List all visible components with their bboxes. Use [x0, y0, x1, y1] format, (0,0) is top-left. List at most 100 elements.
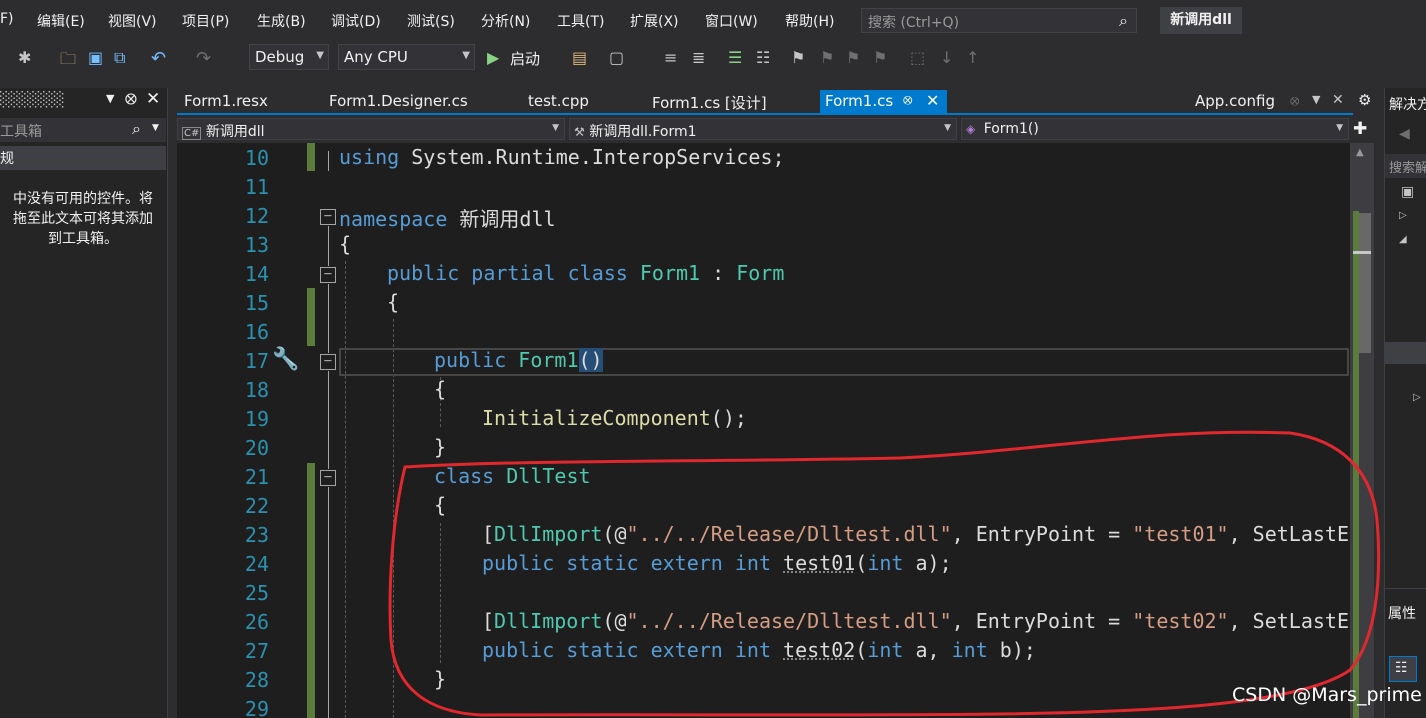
browser-icon[interactable]: ▢	[609, 48, 624, 67]
toggle-icon[interactable]: ⬚	[910, 48, 925, 67]
start-icon[interactable]: ▶	[487, 48, 499, 67]
collapse-method-icon[interactable]: −	[320, 354, 336, 370]
arrow-down-icon[interactable]: ↓	[940, 48, 953, 67]
collapse-class-icon[interactable]: −	[320, 470, 336, 486]
menu-bar: F) 编辑(E) 视图(V) 项目(P) 生成(B) 调试(D) 测试(S) 分…	[0, 0, 1426, 40]
collapse-class-icon[interactable]: −	[320, 267, 336, 283]
code-token: {	[387, 290, 400, 314]
tab-test-cpp[interactable]: test.cpp	[528, 92, 589, 110]
categorized-button[interactable]: ☷	[1389, 656, 1417, 682]
next-bookmark-icon[interactable]: ⚑	[846, 48, 860, 67]
code-token: Form	[736, 261, 785, 285]
uncomment-icon[interactable]: ☷	[756, 48, 770, 67]
arrow-up-icon[interactable]: ↑	[966, 48, 979, 67]
project-dropdown[interactable]: C# 新调用dll ▼	[177, 118, 565, 140]
back-icon[interactable]: ◀	[1399, 126, 1410, 142]
tab-form1-resx[interactable]: Form1.resx	[184, 92, 268, 110]
save-icon[interactable]: ▣	[88, 48, 103, 67]
split-editor-icon[interactable]: ✚	[1353, 119, 1367, 139]
open-folder-icon[interactable]: 🗀	[60, 48, 76, 75]
fold-line	[328, 151, 329, 171]
menu-project[interactable]: 项目(P)	[182, 11, 229, 31]
collapse-icon[interactable]: ◢	[1399, 234, 1407, 245]
menu-edit[interactable]: 编辑(E)	[37, 11, 85, 31]
code-token: b);	[987, 638, 1036, 662]
menu-extensions[interactable]: 扩展(X)	[630, 11, 679, 31]
close-icon[interactable]: ✕	[926, 91, 939, 110]
editor-scrollbar[interactable]: ▲	[1350, 143, 1374, 718]
menu-window[interactable]: 窗口(W)	[705, 11, 758, 31]
line-number: 19	[244, 407, 269, 431]
indent-guide	[345, 261, 346, 718]
menu-build[interactable]: 生成(B)	[257, 11, 306, 31]
platform-select[interactable]: Any CPU ▼	[338, 44, 475, 70]
menu-debug[interactable]: 调试(D)	[331, 11, 381, 31]
class-dropdown[interactable]: ⚒ 新调用dll.Form1 ▼	[569, 118, 957, 140]
code-editor[interactable]: 10 11 12 13 14 15 16 17 18 19 20 21 22 2…	[177, 143, 1350, 718]
chevron-down-icon: ▼	[316, 50, 324, 61]
scroll-up-icon[interactable]: ▲	[1356, 147, 1364, 158]
code-token: using	[339, 145, 400, 169]
code-token: , SetLastErr	[1228, 522, 1350, 546]
tab-app-config[interactable]: App.config	[1195, 92, 1275, 110]
toolbox-group-item[interactable]: 规	[0, 146, 166, 170]
close-icon[interactable]: ✕	[1332, 92, 1344, 108]
save-all-icon[interactable]: ⧉	[114, 48, 125, 68]
line-number: 17	[244, 349, 269, 373]
toolbox-message-line: 中没有可用的控件。将	[13, 191, 153, 207]
line-number: 13	[244, 233, 269, 257]
code-line-23: [DllImport(@"../../Release/Dlltest.dll",…	[482, 522, 1350, 546]
quick-actions-icon[interactable]: 🔧	[272, 347, 299, 372]
menu-test[interactable]: 测试(S)	[407, 11, 455, 31]
code-line-28: }	[434, 667, 446, 691]
code-token: DllImport	[494, 522, 603, 546]
chevron-down-icon[interactable]: ▼	[152, 123, 159, 133]
expand-icon[interactable]: ▷	[1413, 392, 1421, 403]
prev-bookmark-icon[interactable]: ⚑	[820, 48, 834, 67]
menu-view[interactable]: 视图(V)	[108, 11, 157, 31]
toolbox-dropdown-icon[interactable]: ▼	[106, 92, 114, 105]
editor-left-margin	[177, 143, 207, 718]
search-icon[interactable]: ⌕	[1119, 11, 1128, 31]
collapse-namespace-icon[interactable]: −	[320, 209, 336, 225]
tab-form1-cs[interactable]: Form1.cs ⭙ ✕	[820, 90, 947, 114]
comment-icon[interactable]: ☰	[728, 48, 742, 67]
menu-analyze[interactable]: 分析(N)	[481, 11, 530, 31]
expand-icon[interactable]: ▷	[1399, 210, 1407, 221]
tab-form1-cs-design[interactable]: Form1.cs [设计]	[652, 92, 767, 113]
line-number: 10	[244, 146, 269, 170]
close-icon[interactable]: ✕	[146, 89, 160, 109]
member-dropdown[interactable]: ◈ Form1() ▼	[961, 118, 1349, 140]
pin-icon[interactable]: ⭙	[125, 90, 137, 108]
code-token: namespace	[339, 207, 448, 231]
tab-list-dropdown-icon[interactable]: ▼	[1312, 93, 1320, 106]
clear-bookmark-icon[interactable]: ⚑	[873, 48, 887, 67]
find-in-files-icon[interactable]: ▤	[572, 48, 587, 67]
start-button[interactable]: 启动	[510, 48, 540, 69]
solution-search-input[interactable]: 搜索解	[1385, 154, 1426, 178]
tab-underline	[177, 113, 1353, 115]
tab-form1-designer-cs[interactable]: Form1.Designer.cs	[329, 92, 468, 110]
selected-tree-item[interactable]	[1385, 342, 1426, 364]
menu-tools[interactable]: 工具(T)	[557, 11, 604, 31]
undo-icon[interactable]: ↶	[151, 48, 166, 69]
pin-icon[interactable]: ⭙	[903, 93, 913, 108]
line-number: 26	[244, 610, 269, 634]
align-icon[interactable]: ≡	[664, 48, 677, 67]
menu-file[interactable]: F)	[0, 11, 14, 27]
new-project-icon[interactable]: ✱	[18, 48, 31, 67]
code-token: ();	[710, 406, 747, 430]
redo-icon[interactable]: ↷	[196, 48, 211, 69]
pin-icon[interactable]: ⭙	[1290, 94, 1300, 109]
line-number: 24	[244, 552, 269, 576]
code-line-15: {	[387, 290, 399, 314]
configuration-select[interactable]: Debug ▼	[249, 44, 329, 70]
bookmark-icon[interactable]: ⚑	[791, 48, 805, 67]
quick-launch-search[interactable]: 搜索 (Ctrl+Q) ⌕	[861, 8, 1137, 33]
menu-help[interactable]: 帮助(H)	[785, 11, 834, 31]
chevron-down-icon: ▼	[462, 50, 470, 61]
gear-icon[interactable]: ⚙	[1358, 91, 1371, 109]
toolbox-search-input[interactable]: 工具箱 ⌕ ▼	[0, 118, 166, 142]
search-icon[interactable]: ⌕	[132, 119, 141, 139]
format-icon[interactable]: ≣	[692, 48, 705, 67]
